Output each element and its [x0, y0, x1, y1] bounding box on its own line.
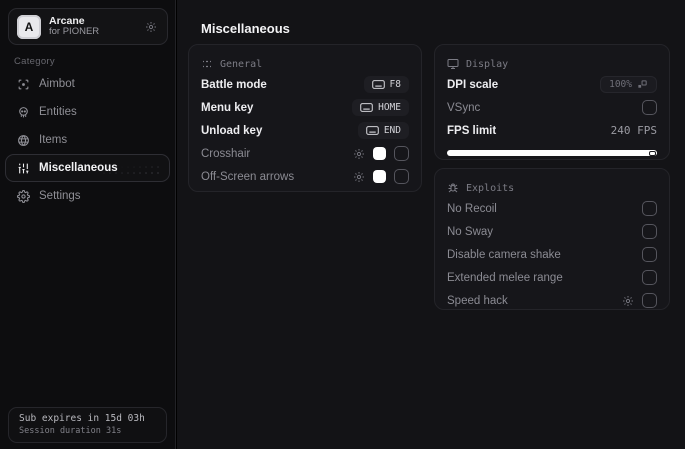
- gear-icon: [145, 21, 157, 33]
- crosshair-checkbox[interactable]: [394, 146, 409, 161]
- battle-mode-row: Battle mode F8: [201, 73, 409, 96]
- disable-camera-shake-checkbox[interactable]: [642, 247, 657, 262]
- speed-hack-label: Speed hack: [447, 294, 508, 307]
- miscellaneous-icon: [16, 161, 30, 175]
- entities-icon: [16, 105, 30, 119]
- fps-limit-slider[interactable]: [447, 150, 657, 156]
- unload-key-keybind[interactable]: END: [357, 122, 409, 139]
- display-card-header: Display: [447, 55, 657, 73]
- header-settings-button[interactable]: [143, 19, 159, 35]
- vsync-row: VSync: [447, 96, 657, 119]
- package-icon: [16, 133, 30, 147]
- gear-icon: [16, 189, 30, 203]
- fps-limit-row: FPS limit 240 FPS: [447, 119, 657, 142]
- battle-mode-label: Battle mode: [201, 78, 267, 91]
- offscreen-settings-gear-icon[interactable]: [353, 171, 365, 183]
- sidebar-item-label: Entities: [39, 106, 77, 118]
- general-card: General Battle mode F8 Menu key HOME Unl…: [188, 44, 422, 192]
- dpi-scale-row: DPI scale 100%: [447, 73, 657, 96]
- keybind-value: END: [383, 125, 401, 136]
- scale-icon: [637, 79, 648, 90]
- no-sway-row: No Sway: [447, 220, 657, 243]
- dpi-scale-label: DPI scale: [447, 78, 499, 91]
- display-card: Display DPI scale 100% VSync FPS limit 2…: [434, 44, 670, 160]
- exploits-card-header: Exploits: [447, 179, 657, 197]
- crosshair-scan-icon: [16, 77, 30, 91]
- crosshair-color-swatch[interactable]: [373, 147, 386, 160]
- slider-knob[interactable]: [649, 150, 656, 156]
- extended-melee-range-row: Extended melee range: [447, 266, 657, 289]
- menu-key-keybind[interactable]: HOME: [352, 99, 409, 116]
- exploits-card: Exploits No Recoil No Sway Disable camer…: [434, 168, 670, 310]
- no-sway-checkbox[interactable]: [642, 224, 657, 239]
- grid-icon: [201, 58, 213, 70]
- general-card-title: General: [220, 58, 263, 70]
- exploits-card-title: Exploits: [466, 182, 515, 194]
- offscreen-arrows-label: Off-Screen arrows: [201, 170, 295, 183]
- vsync-checkbox[interactable]: [642, 100, 657, 115]
- menu-key-row: Menu key HOME: [201, 96, 409, 119]
- crosshair-row: Crosshair: [201, 142, 409, 165]
- disable-camera-shake-label: Disable camera shake: [447, 248, 561, 261]
- offscreen-color-swatch[interactable]: [373, 170, 386, 183]
- monitor-icon: [447, 58, 459, 70]
- unload-key-label: Unload key: [201, 124, 263, 137]
- app-header-text: Arcane for PIONER: [49, 15, 135, 38]
- offscreen-arrows-row: Off-Screen arrows: [201, 165, 409, 188]
- sidebar-item-label: Miscellaneous: [39, 162, 118, 174]
- sidebar-item-label: Items: [39, 134, 68, 146]
- bug-icon: [447, 182, 459, 194]
- display-card-title: Display: [466, 58, 509, 70]
- subscription-status-card: Sub expires in 15d 03h Session duration …: [8, 407, 167, 443]
- sidebar-item-label: Settings: [39, 190, 81, 202]
- dpi-scale-select[interactable]: 100%: [600, 76, 657, 93]
- app-logo: A: [17, 14, 41, 39]
- extended-melee-range-label: Extended melee range: [447, 271, 563, 284]
- disable-camera-shake-row: Disable camera shake: [447, 243, 657, 266]
- sidebar-item-label: Aimbot: [39, 78, 75, 90]
- keybind-value: HOME: [378, 102, 401, 113]
- sidebar-item-items[interactable]: Items: [5, 126, 170, 154]
- vsync-label: VSync: [447, 101, 481, 114]
- slider-track: [447, 150, 657, 156]
- crosshair-settings-gear-icon[interactable]: [353, 148, 365, 160]
- main-content: Miscellaneous General Battle mode F8 Men…: [177, 0, 685, 449]
- app-subtitle: for PIONER: [49, 26, 100, 38]
- sidebar-item-settings[interactable]: Settings: [5, 182, 170, 210]
- no-recoil-label: No Recoil: [447, 202, 497, 215]
- sidebar-nav: Aimbot Entities Items Miscellaneous Sett…: [5, 70, 170, 210]
- sidebar-item-aimbot[interactable]: Aimbot: [5, 70, 170, 98]
- sidebar: A Arcane for PIONER Category Aimbot Enti…: [0, 0, 176, 449]
- keyboard-icon: [366, 126, 379, 135]
- menu-key-label: Menu key: [201, 101, 254, 114]
- session-duration-text: Session duration 31s: [19, 426, 122, 436]
- no-sway-label: No Sway: [447, 225, 494, 238]
- unload-key-row: Unload key END: [201, 119, 409, 142]
- sub-expiry-text: Sub expires in 15d 03h: [19, 413, 145, 424]
- offscreen-checkbox[interactable]: [394, 169, 409, 184]
- speed-hack-checkbox[interactable]: [642, 293, 657, 308]
- keybind-value: F8: [389, 79, 401, 90]
- app-window: A Arcane for PIONER Category Aimbot Enti…: [0, 0, 685, 449]
- dpi-scale-value: 100%: [609, 79, 632, 90]
- general-card-header: General: [201, 55, 409, 73]
- sidebar-item-miscellaneous[interactable]: Miscellaneous: [5, 154, 170, 182]
- sidebar-item-entities[interactable]: Entities: [5, 98, 170, 126]
- keyboard-icon: [371, 80, 385, 89]
- fps-limit-value: 240 FPS: [610, 124, 657, 137]
- page-title: Miscellaneous: [201, 21, 290, 36]
- fps-limit-label: FPS limit: [447, 124, 497, 137]
- no-recoil-checkbox[interactable]: [642, 201, 657, 216]
- app-logo-letter: A: [24, 19, 34, 34]
- battle-mode-keybind[interactable]: F8: [363, 76, 409, 93]
- app-header-card: A Arcane for PIONER: [8, 8, 168, 45]
- crosshair-label: Crosshair: [201, 147, 251, 160]
- speed-hack-row: Speed hack: [447, 289, 657, 312]
- no-recoil-row: No Recoil: [447, 197, 657, 220]
- extended-melee-range-checkbox[interactable]: [642, 270, 657, 285]
- category-label: Category: [14, 56, 55, 67]
- speed-hack-settings-gear-icon[interactable]: [622, 295, 634, 307]
- keyboard-icon: [360, 103, 373, 112]
